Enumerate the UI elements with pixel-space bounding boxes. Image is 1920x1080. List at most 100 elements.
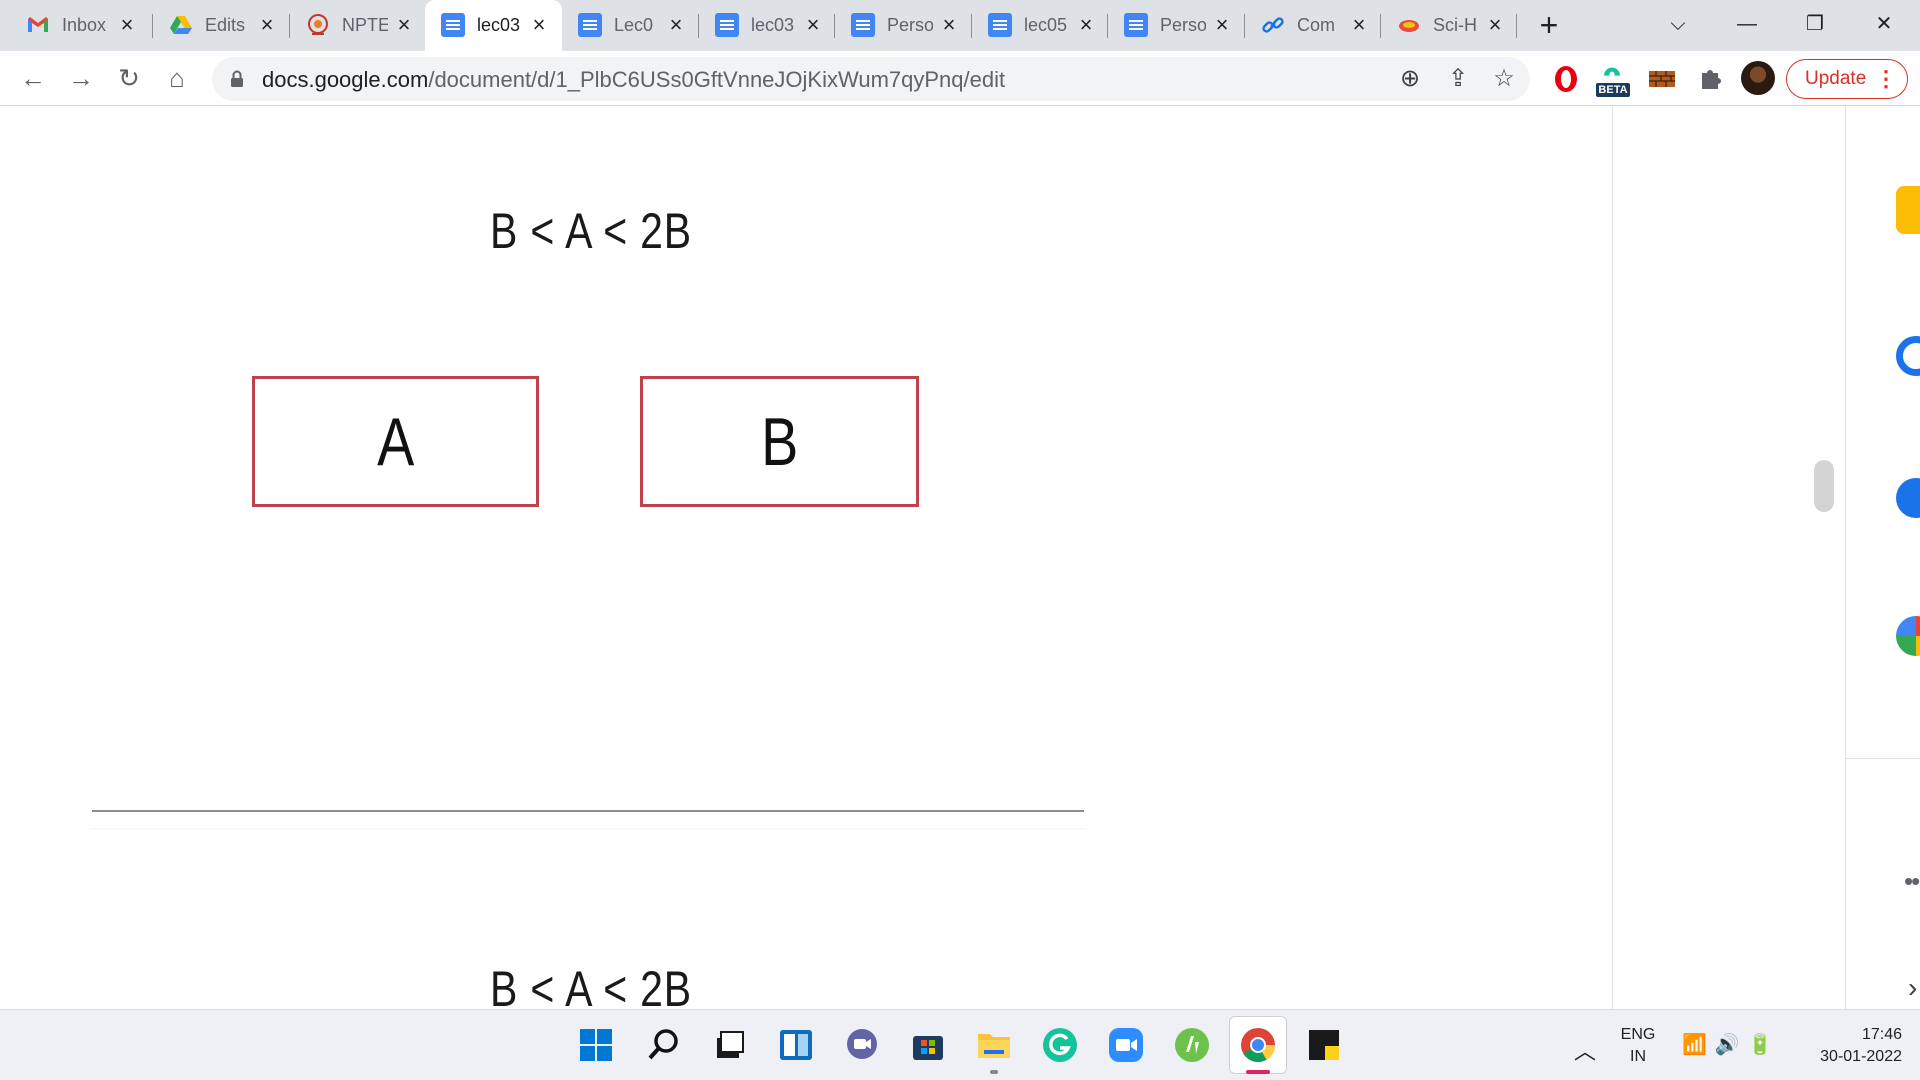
close-icon[interactable]: × [1210, 13, 1234, 37]
volume-icon[interactable]: 🔊 [1715, 1034, 1748, 1056]
horizontal-rule [92, 810, 1084, 812]
tab-lec03-b[interactable]: lec03 × [699, 0, 835, 51]
close-icon[interactable]: × [1074, 13, 1098, 37]
document-canvas[interactable]: B < A < 2B A B B < A < 2B [0, 106, 1612, 1009]
url-text[interactable]: docs.google.com/document/d/1_PlbC6USs0Gf… [262, 67, 1005, 93]
lang-region: IN [1630, 1048, 1646, 1065]
collapse-panel-icon[interactable]: › [1908, 972, 1917, 1004]
language-indicator[interactable]: ENG IN [1618, 1024, 1658, 1068]
close-icon[interactable]: × [392, 13, 416, 37]
tab-lec03-active[interactable]: lec03 × [425, 0, 562, 51]
widgets-icon[interactable] [777, 1026, 815, 1064]
close-icon[interactable]: × [664, 13, 688, 37]
tab-perso[interactable]: Perso × [835, 0, 972, 51]
box-b: B [640, 376, 919, 507]
bookmark-star-icon[interactable]: ☆ [1488, 63, 1520, 95]
wifi-icon[interactable]: 📶 [1682, 1034, 1715, 1056]
more-dots-icon[interactable]: •• [1904, 866, 1920, 897]
new-tab-button[interactable]: + [1533, 9, 1565, 41]
file-explorer-icon[interactable] [975, 1026, 1013, 1064]
microsoft-store-icon[interactable] [909, 1026, 947, 1064]
box-a-label: A [376, 403, 415, 480]
google-docs-icon [441, 13, 465, 37]
close-icon[interactable]: × [115, 13, 139, 37]
running-indicator [990, 1070, 998, 1074]
tab-title: lec05 [1024, 15, 1068, 35]
restore-button[interactable]: ❐ [1797, 8, 1833, 40]
close-icon[interactable]: × [1483, 13, 1507, 37]
contacts-icon[interactable] [1896, 478, 1920, 518]
minimize-button[interactable]: — [1729, 8, 1765, 40]
tab-strip: Inbox × Edits × NPTE × lec03 × Lec0 × le… [0, 0, 1920, 51]
extensions-puzzle-icon[interactable] [1694, 63, 1726, 95]
home-button[interactable]: ⌂ [160, 61, 194, 95]
beta-extension-icon[interactable]: BETA [1594, 61, 1630, 97]
back-button[interactable]: ← [16, 61, 50, 95]
beta-badge: BETA [1596, 83, 1630, 97]
profile-avatar[interactable] [1741, 61, 1775, 95]
reload-button[interactable]: ↻ [112, 61, 146, 95]
clock[interactable]: 17:46 30-01-2022 [1790, 1024, 1902, 1068]
zoom-app-icon[interactable] [1107, 1026, 1145, 1064]
google-docs-icon [851, 13, 875, 37]
gmail-icon [28, 17, 48, 32]
lock-icon[interactable] [230, 70, 244, 88]
address-bar[interactable]: docs.google.com/document/d/1_PlbC6USs0Gf… [212, 57, 1530, 101]
url-host: docs.google.com [262, 67, 429, 92]
maps-icon[interactable] [1896, 616, 1920, 656]
tab-search-chevron-icon[interactable]: ⌵ [1660, 8, 1696, 40]
tab-lec05[interactable]: lec05 × [972, 0, 1108, 51]
tab-lec0[interactable]: Lec0 × [562, 0, 699, 51]
show-hidden-icons-chevron-icon[interactable]: ︿ [1574, 1034, 1596, 1066]
box-a: A [252, 376, 539, 507]
tab-com[interactable]: Com × [1245, 0, 1381, 51]
task-view-icon[interactable] [711, 1026, 749, 1064]
active-indicator [1246, 1070, 1270, 1074]
google-docs-icon [715, 13, 739, 37]
inequality-text-top: B < A < 2B [490, 203, 692, 259]
tab-nptel[interactable]: NPTE × [290, 0, 427, 51]
opera-extension-icon[interactable] [1550, 63, 1582, 95]
windows-start-icon[interactable] [577, 1026, 615, 1064]
more-menu-icon[interactable]: ⋮ [1875, 60, 1897, 97]
tab-edits[interactable]: Edits × [153, 0, 290, 51]
search-icon[interactable] [645, 1026, 683, 1064]
close-icon[interactable]: × [801, 13, 825, 37]
scrollbar-thumb[interactable] [1814, 460, 1834, 512]
brick-extension-icon[interactable] [1646, 63, 1678, 95]
close-icon[interactable]: × [937, 13, 961, 37]
close-icon[interactable]: × [255, 13, 279, 37]
system-tray[interactable]: 📶🔊🔋 [1682, 1032, 1781, 1057]
windows-taskbar: ︿ ENG IN 📶🔊🔋 17:46 30-01-2022 [0, 1009, 1920, 1080]
zoom-icon[interactable]: ⊕ [1394, 63, 1426, 95]
close-icon[interactable]: × [1347, 13, 1371, 37]
tab-sci-hub[interactable]: Sci-H × [1381, 0, 1517, 51]
url-path: /document/d/1_PlbC6USs0GftVnneJOjKixWum7… [428, 67, 1006, 92]
tab-title: Inbox [62, 15, 107, 35]
tab-inbox[interactable]: Inbox × [0, 0, 153, 51]
tab-title: Lec0 [614, 15, 654, 35]
lang-code: ENG [1620, 1026, 1656, 1043]
chrome-icon[interactable] [1239, 1026, 1277, 1064]
horizontal-rule-shadow [92, 828, 1084, 829]
forward-button[interactable]: → [64, 61, 98, 95]
teams-chat-icon[interactable] [843, 1026, 881, 1064]
battery-icon[interactable]: 🔋 [1748, 1034, 1781, 1056]
keep-icon[interactable] [1896, 186, 1920, 234]
close-window-button[interactable]: ✕ [1866, 8, 1902, 40]
tasks-icon[interactable] [1896, 336, 1920, 376]
browser-toolbar: ← → ↻ ⌂ docs.google.com/document/d/1_Plb… [0, 51, 1920, 106]
google-docs-icon [988, 13, 1012, 37]
tab-title: Com [1297, 15, 1336, 35]
grammarly-icon[interactable] [1041, 1026, 1079, 1064]
tab-title: Perso [887, 15, 933, 35]
green-app-icon[interactable] [1173, 1026, 1211, 1064]
share-icon[interactable]: ⇪ [1442, 63, 1474, 95]
update-button[interactable]: Update ⋮ [1786, 59, 1908, 99]
sticky-notes-icon[interactable] [1305, 1026, 1343, 1064]
inequality-text-bottom: B < A < 2B [490, 961, 692, 1009]
tab-title: NPTE [342, 15, 388, 35]
tab-perso-b[interactable]: Perso × [1108, 0, 1245, 51]
close-icon[interactable]: × [527, 13, 551, 37]
clock-date: 30-01-2022 [1820, 1048, 1902, 1065]
